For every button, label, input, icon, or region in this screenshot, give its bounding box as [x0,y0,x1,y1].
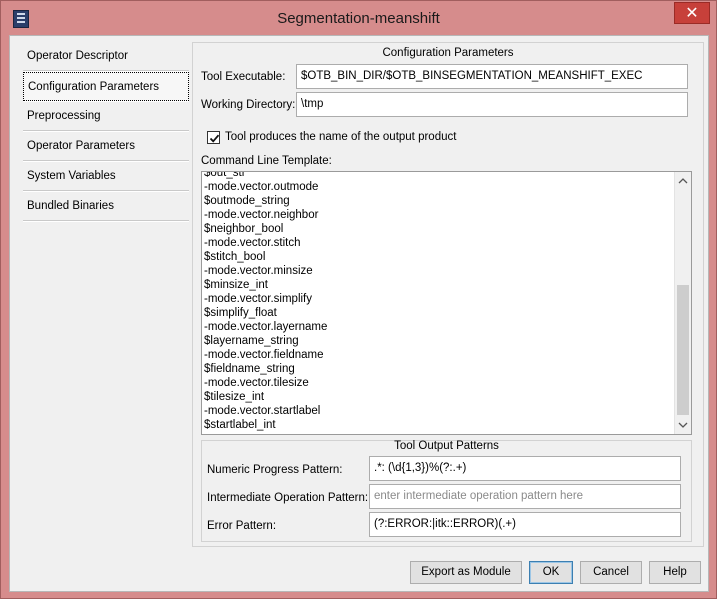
numeric-progress-input[interactable]: .*: (\d{1,3})%(?:.+) [369,456,681,481]
command-line-row: $fieldname_string [204,363,295,375]
command-line-row: -mode.vector.startlabel [204,405,321,417]
tool-executable-label: Tool Executable: [201,71,286,83]
command-line-row: -mode.vector.simplify [204,293,313,305]
command-line-row: -mode.vector.layername [204,321,328,333]
nav-item-system-variables[interactable]: System Variables [23,162,189,191]
export-as-module-button[interactable]: Export as Module [410,561,522,584]
tool-output-patterns-title: Tool Output Patterns [394,440,499,452]
command-line-row: $outmode_string [204,195,290,207]
nav-item-label: Preprocessing [27,110,101,122]
produces-output-label: Tool produces the name of the output pro… [225,131,457,143]
check-icon [209,134,220,143]
nav-item-operator-descriptor[interactable]: Operator Descriptor [23,42,189,71]
window-title: Segmentation-meanshift [277,10,440,27]
command-line-row: $neighbor_bool [204,223,284,235]
nav-item-operator-parameters[interactable]: Operator Parameters [23,132,189,161]
command-line-row: -mode.vector.fieldname [204,349,324,361]
numeric-progress-label: Numeric Progress Pattern: [207,464,343,476]
nav-item-label: Bundled Binaries [27,200,114,212]
working-directory-input[interactable]: \tmp [296,92,688,117]
nav-item-label: Operator Parameters [27,140,136,152]
vertical-scrollbar[interactable] [674,172,691,434]
title-bar[interactable]: Segmentation-meanshift ✕ [1,1,716,35]
intermediate-operation-label: Intermediate Operation Pattern: [207,492,369,504]
tool-executable-input[interactable]: $OTB_BIN_DIR/$OTB_BINSEGMENTATION_MEANSH… [296,64,688,89]
command-line-template-label: Command Line Template: [201,155,332,167]
cancel-button[interactable]: Cancel [580,561,642,584]
command-line-row: $minsize_int [204,279,268,291]
command-line-row: $tilesize_int [204,391,265,403]
scrollbar-thumb[interactable] [677,285,689,415]
command-line-row: -mode.vector.tilesize [204,377,309,389]
command-line-row: -mode.vector.outmode [204,181,319,193]
command-line-row: $stitch_bool [204,251,266,263]
nav-item-label: System Variables [27,170,116,182]
command-line-row: -mode.vector.minsize [204,265,313,277]
nav-item-bundled-binaries[interactable]: Bundled Binaries [23,192,189,221]
nav-item-label: Configuration Parameters [28,81,160,93]
close-icon: ✕ [685,3,699,22]
command-line-row: $out_str [204,171,246,179]
dialog-window: Segmentation-meanshift ✕ Operator Descri… [0,0,717,599]
close-button[interactable]: ✕ [674,2,710,24]
dialog-content: Operator Descriptor Configuration Parame… [9,35,709,592]
command-line-row: $startlabel_int [204,419,276,431]
command-line-row: -mode.vector.neighbor [204,209,319,221]
help-button[interactable]: Help [649,561,701,584]
nav-item-configuration-parameters[interactable]: Configuration Parameters [23,72,189,101]
intermediate-operation-input[interactable]: enter intermediate operation pattern her… [369,484,681,509]
command-line-row: -mode.vector.stitch [204,237,301,249]
command-line-row: $simplify_float [204,307,277,319]
section-title: Configuration Parameters [382,47,514,59]
command-line-row: $layername_string [204,335,299,347]
command-line-template-textarea[interactable]: $out_str -mode.vector.outmode $outmode_str… [201,171,692,435]
chevron-up-icon[interactable] [675,172,691,189]
nav-item-preprocessing[interactable]: Preprocessing [23,102,189,131]
sidebar-nav: Operator Descriptor Configuration Parame… [23,42,189,542]
nav-item-label: Operator Descriptor [27,50,128,62]
configuration-panel: Configuration Parameters Tool Executable… [192,42,704,547]
error-pattern-input[interactable]: (?:ERROR:|itk::ERROR)(.+) [369,512,681,537]
working-directory-label: Working Directory: [201,99,296,111]
ok-button[interactable]: OK [529,561,573,584]
chevron-down-icon[interactable] [675,417,691,434]
produces-output-checkbox[interactable] [207,131,220,144]
error-pattern-label: Error Pattern: [207,520,277,532]
command-line-text: $out_str -mode.vector.outmode $outmode_str… [204,171,674,432]
tool-output-patterns-group: Tool Output Patterns Numeric Progress Pa… [201,440,692,542]
